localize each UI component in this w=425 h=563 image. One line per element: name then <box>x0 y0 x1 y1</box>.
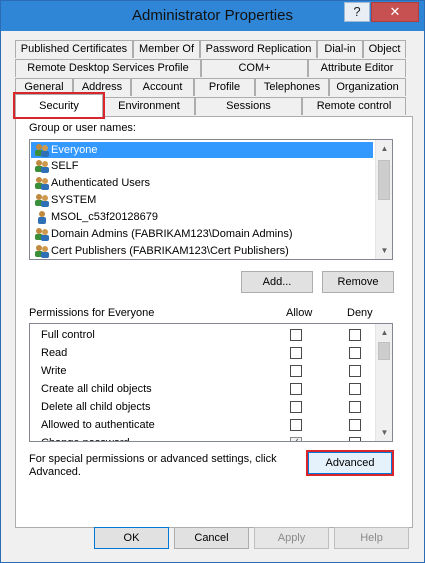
close-button[interactable]: ✕ <box>371 2 419 22</box>
deny-checkbox[interactable] <box>349 383 361 395</box>
scroll-up-arrow-icon[interactable]: ▲ <box>376 324 392 341</box>
scroll-down-arrow-icon[interactable]: ▼ <box>376 424 392 441</box>
list-item[interactable]: Domain Admins (FABRIKAM123\Domain Admins… <box>31 226 373 242</box>
table-row: Create all child objects <box>31 380 373 398</box>
permissions-for-label: Permissions for Everyone <box>29 307 155 319</box>
help-title-button[interactable]: ? <box>344 2 370 22</box>
tab-remote-desktop-services-profile[interactable]: Remote Desktop Services Profile <box>15 59 201 77</box>
permission-name: Read <box>41 347 68 359</box>
table-row: Delete all child objects <box>31 398 373 416</box>
table-row: Full control <box>31 326 373 344</box>
list-item[interactable]: Cert Publishers (FABRIKAM123\Cert Publis… <box>31 243 373 259</box>
tab-telephones[interactable]: Telephones <box>255 78 329 96</box>
add-button[interactable]: Add... <box>241 271 313 293</box>
properties-window: Administrator Properties ? ✕ Published C… <box>0 0 425 563</box>
permissions-scrollbar[interactable]: ▲ ▼ <box>375 324 392 441</box>
list-item[interactable]: Authenticated Users <box>31 175 373 191</box>
tab-com-plus[interactable]: COM+ <box>201 59 308 77</box>
apply-button[interactable]: Apply <box>254 527 329 549</box>
cancel-button[interactable]: Cancel <box>174 527 249 549</box>
group-icon <box>35 228 49 241</box>
deny-column-header: Deny <box>347 307 373 319</box>
group-icon <box>35 144 49 157</box>
allow-checkbox[interactable] <box>290 365 302 377</box>
group-icon <box>35 194 49 207</box>
advanced-button[interactable]: Advanced <box>306 450 394 476</box>
list-item[interactable]: SELF <box>31 158 373 174</box>
tab-published-certificates[interactable]: Published Certificates <box>15 40 133 58</box>
tab-security[interactable]: Security <box>13 92 105 119</box>
tab-member-of[interactable]: Member Of <box>133 40 200 58</box>
deny-checkbox[interactable] <box>349 329 361 341</box>
title-bar[interactable]: Administrator Properties ? ✕ <box>1 1 424 31</box>
remove-button[interactable]: Remove <box>322 271 394 293</box>
group-icon <box>35 245 49 258</box>
scroll-thumb[interactable] <box>378 342 390 360</box>
user-name: Authenticated Users <box>51 177 151 189</box>
permissions-list[interactable]: Full control Read Write Create all child… <box>29 323 393 442</box>
deny-checkbox[interactable] <box>349 419 361 431</box>
tab-object[interactable]: Object <box>363 40 406 58</box>
user-name: Everyone <box>49 142 100 158</box>
group-icon <box>35 160 49 173</box>
permission-name: Allowed to authenticate <box>41 419 155 431</box>
table-row: Write <box>31 362 373 380</box>
tab-account[interactable]: Account <box>131 78 194 96</box>
permission-name: Create all child objects <box>41 383 152 395</box>
allow-column-header: Allow <box>286 307 313 319</box>
table-row: Allowed to authenticate <box>31 416 373 434</box>
list-item[interactable]: MSOL_c53f20128679 <box>31 209 373 225</box>
ok-button[interactable]: OK <box>94 527 169 549</box>
allow-checkbox[interactable] <box>290 383 302 395</box>
allow-checkbox[interactable] <box>290 347 302 359</box>
user-name: SYSTEM <box>51 194 97 206</box>
tab-password-replication[interactable]: Password Replication <box>200 40 317 58</box>
tab-sessions[interactable]: Sessions <box>195 97 302 115</box>
permission-name: Full control <box>41 329 95 341</box>
advanced-help-text: For special permissions or advanced sett… <box>29 453 277 478</box>
tab-organization[interactable]: Organization <box>329 78 406 96</box>
permission-name: Change password <box>41 434 130 441</box>
group-or-user-names-label: Group or user names: <box>29 122 136 134</box>
deny-checkbox[interactable] <box>349 347 361 359</box>
user-list-scrollbar[interactable]: ▲ ▼ <box>375 140 392 259</box>
list-item[interactable]: Everyone <box>31 142 373 158</box>
allow-checkbox[interactable] <box>290 419 302 431</box>
tab-remote-control[interactable]: Remote control <box>302 97 406 115</box>
tab-dial-in[interactable]: Dial-in <box>317 40 363 58</box>
user-icon <box>38 211 46 224</box>
scroll-thumb[interactable] <box>378 160 390 200</box>
user-name: Cert Publishers (FABRIKAM123\Cert Publis… <box>51 245 289 257</box>
deny-checkbox[interactable] <box>349 437 361 441</box>
tab-environment[interactable]: Environment <box>103 97 195 115</box>
permission-name: Write <box>41 365 67 377</box>
user-name: Domain Admins (FABRIKAM123\Domain Admins… <box>51 228 293 240</box>
list-item[interactable]: SYSTEM <box>31 192 373 208</box>
scroll-down-arrow-icon[interactable]: ▼ <box>376 242 392 259</box>
permission-name: Delete all child objects <box>41 401 151 413</box>
user-name: MSOL_c53f20128679 <box>51 211 159 223</box>
allow-checkbox[interactable] <box>290 401 302 413</box>
user-name: SELF <box>51 160 79 172</box>
group-icon <box>35 177 49 190</box>
user-list[interactable]: Everyone SELF Authenticated Users SYSTEM… <box>29 139 393 260</box>
deny-checkbox[interactable] <box>349 365 361 377</box>
scroll-up-arrow-icon[interactable]: ▲ <box>376 140 392 157</box>
table-row: Read <box>31 344 373 362</box>
help-button[interactable]: Help <box>334 527 409 549</box>
allow-checkbox-checked[interactable]: ✓ <box>290 437 302 441</box>
deny-checkbox[interactable] <box>349 401 361 413</box>
tab-profile[interactable]: Profile <box>194 78 255 96</box>
table-row: Change password ✓ <box>31 434 373 441</box>
tab-attribute-editor[interactable]: Attribute Editor <box>308 59 406 77</box>
allow-checkbox[interactable] <box>290 329 302 341</box>
